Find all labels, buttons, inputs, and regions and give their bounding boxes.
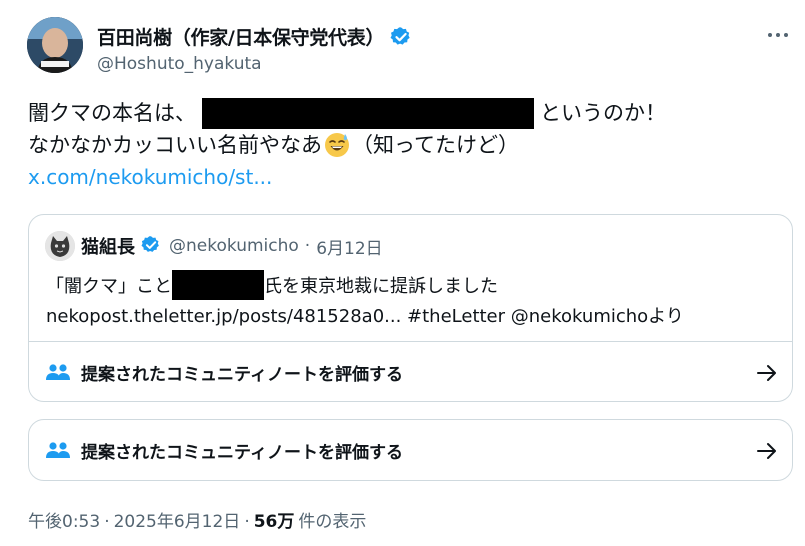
author-display-name[interactable]: 百田尚樹（作家/日本保守党代表） [97,23,384,50]
community-note-box[interactable]: 提案されたコミュニティノートを評価する [28,419,793,481]
quote-text: 「闇クマ」こと 氏を東京地裁に提訴しました nekopost.theletter.… [46,270,786,332]
post-date[interactable]: 2025年6月12日 [114,507,241,532]
quote-link-line: nekopost.theletter.jp/posts/481528a0... … [46,306,684,327]
community-note-label[interactable]: 提案されたコミュニティノートを評価する [81,360,756,385]
quote-header: 猫組長 @nekokumicho · 6月12日 [45,231,383,261]
quote-avatar[interactable] [45,231,75,261]
quote-divider [29,341,792,342]
quote-text-after: 氏を東京地裁に提訴しました [264,276,498,297]
tweet-text: 闇クマの本名は、 というのか！ なかなかカッコいい名前やなあ （知ってたけど） … [28,97,666,193]
tweet-link[interactable]: x.com/nekokumicho/st... [28,161,272,193]
verified-badge-icon [390,26,412,48]
author-handle[interactable]: @Hoshuto_hyakuta [97,54,262,74]
tweet-line2-after: （知ってたけど） [352,133,519,157]
tweet-footer: 午後0:53 · 2025年6月12日 · 56万 件の表示 [28,507,366,532]
quote-community-note-row[interactable]: 提案されたコミュニティノートを評価する [45,360,778,385]
quote-author-name[interactable]: 猫組長 [81,233,135,259]
arrow-right-icon[interactable] [756,441,778,461]
tweet-line1-after: というのか！ [540,101,666,125]
people-icon [45,440,71,462]
view-count: 56万 [253,512,295,532]
author-avatar[interactable] [27,17,83,73]
redaction-box [202,97,534,129]
arrow-right-icon[interactable] [756,363,778,383]
quoted-tweet[interactable]: 猫組長 @nekokumicho · 6月12日 「闇クマ」こと 氏を東京地裁に提… [28,214,793,402]
community-note-row[interactable]: 提案されたコミュニティノートを評価する [45,438,778,463]
footer-separator: · [104,512,110,532]
author-name-row: 百田尚樹（作家/日本保守党代表） [97,23,412,50]
community-note-label[interactable]: 提案されたコミュニティノートを評価する [81,438,756,463]
quote-author-handle[interactable]: @nekokumicho [169,236,299,256]
smiling-sweat-emoji-icon [324,132,350,158]
redaction-box [172,270,264,300]
view-count-label: 件の表示 [298,512,367,532]
verified-badge-icon [141,235,163,257]
quote-separator: · [304,236,311,256]
quote-date[interactable]: 6月12日 [316,234,382,259]
tweet-line2-before: なかなかカッコいい名前やなあ [28,133,322,157]
people-icon [45,362,71,384]
quote-text-before: 「闇クマ」こと [46,276,172,297]
post-time[interactable]: 午後0:53 [28,507,100,532]
footer-separator: · [244,512,250,532]
more-icon[interactable] [768,28,794,42]
tweet-line1-before: 闇クマの本名は、 [28,101,196,125]
